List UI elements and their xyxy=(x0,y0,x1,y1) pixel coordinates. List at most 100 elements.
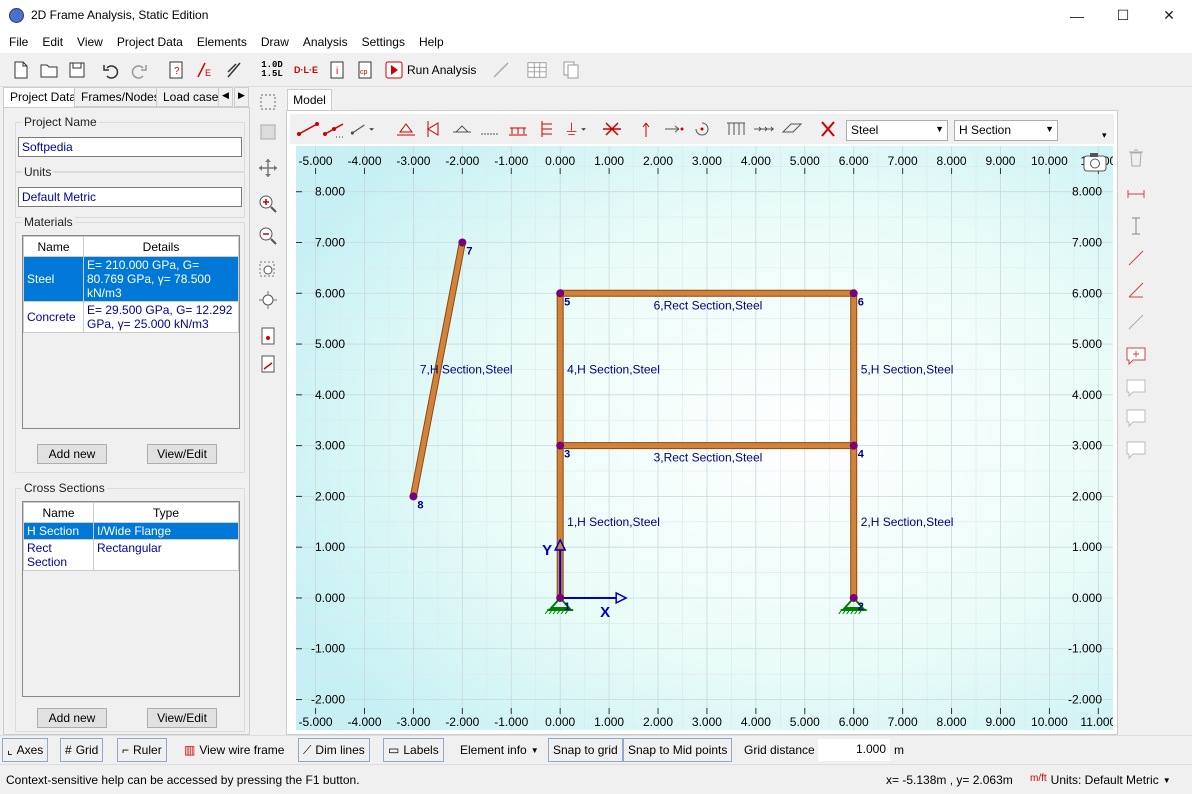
inclined-load-icon[interactable] xyxy=(780,118,804,140)
cross-sections-table[interactable]: Name Type H Section I/Wide Flange Rect Sec… xyxy=(22,501,240,697)
fixed-support-icon[interactable] xyxy=(422,118,446,140)
wire-frame-toggle[interactable]: ▥ View wire frame xyxy=(180,738,288,762)
roller-support-icon[interactable] xyxy=(450,118,474,140)
dim-aligned-icon[interactable] xyxy=(1124,246,1148,270)
label-comment-icon[interactable] xyxy=(1124,406,1148,430)
load-combination-button[interactable]: 1.0D 1.5L xyxy=(254,59,290,81)
x-tick-label: 2.000 xyxy=(643,715,673,729)
run-analysis-button[interactable]: Run Analysis xyxy=(385,59,476,81)
axes-toggle[interactable]: ⌞ Axes xyxy=(2,738,49,762)
materials-table[interactable]: Name Details Steel E= 210.000 GPa, G= 80.7… xyxy=(22,235,240,429)
sections-view-edit-button[interactable]: View/Edit xyxy=(147,708,217,728)
add-comment-icon[interactable] xyxy=(1124,344,1148,368)
toolbar-overflow-icon[interactable]: ▾ xyxy=(1102,130,1107,141)
menu-elements[interactable]: Elements xyxy=(190,31,254,53)
camera-icon[interactable] xyxy=(1083,153,1107,172)
pan-icon[interactable] xyxy=(257,157,279,179)
tab-scroll-left-icon[interactable]: ◀ xyxy=(218,87,233,107)
dim-vertical-icon[interactable] xyxy=(1124,214,1148,238)
menu-project-data[interactable]: Project Data xyxy=(110,31,190,53)
materials-add-new-button[interactable]: Add new xyxy=(37,444,107,464)
edit-icon[interactable] xyxy=(257,121,279,143)
copy-paste-icon[interactable]: cp xyxy=(354,59,376,81)
moment-load-icon[interactable] xyxy=(690,118,714,140)
add-frame-icon[interactable] xyxy=(257,353,279,375)
info-icon[interactable]: i xyxy=(326,59,348,81)
add-node-icon[interactable] xyxy=(257,325,279,347)
save-icon[interactable] xyxy=(66,59,88,81)
zoom-in-icon[interactable] xyxy=(257,193,279,215)
delete-load-icon[interactable] xyxy=(816,118,840,140)
grid-toggle[interactable]: # Grid xyxy=(60,738,104,762)
ground-icon[interactable] xyxy=(478,118,502,140)
menu-analysis[interactable]: Analysis xyxy=(296,31,355,53)
sections-add-new-button[interactable]: Add new xyxy=(37,708,107,728)
table-row[interactable]: Rect Section Rectangular xyxy=(23,539,239,571)
tab-frames-nodes[interactable]: Frames/Nodes xyxy=(74,87,167,107)
wall-support-icon[interactable] xyxy=(534,118,558,140)
spring-support-icon[interactable] xyxy=(506,118,530,140)
element-info-dropdown[interactable]: Element info ▼ xyxy=(456,738,543,762)
delete-support-icon[interactable] xyxy=(600,118,624,140)
ruler-toggle[interactable]: ⌐ Ruler xyxy=(117,738,167,762)
menu-help[interactable]: Help xyxy=(412,31,451,53)
table-row[interactable]: Concrete E= 29.500 GPa, G= 12.292 GPa, γ=… xyxy=(23,301,239,333)
menu-edit[interactable]: Edit xyxy=(35,31,70,53)
materials-view-edit-button[interactable]: View/Edit xyxy=(147,444,217,464)
load-edit-icon[interactable]: E xyxy=(194,59,216,81)
help-doc-icon[interactable]: ? xyxy=(165,59,187,81)
open-folder-icon[interactable] xyxy=(38,59,60,81)
release-icon[interactable] xyxy=(562,118,586,140)
dim-angle-icon[interactable] xyxy=(1124,278,1148,302)
tab-scroll-right-icon[interactable]: ▶ xyxy=(234,87,249,107)
dim-diagonal-icon[interactable] xyxy=(1124,310,1148,334)
menu-file[interactable]: File xyxy=(0,31,35,53)
new-file-icon[interactable] xyxy=(10,59,32,81)
snap-to-grid-toggle[interactable]: Snap to grid xyxy=(548,738,623,762)
zoom-window-icon[interactable] xyxy=(257,259,279,281)
units-selector[interactable]: m/ft Units: Default Metric ▼ xyxy=(1030,773,1171,787)
point-load-icon[interactable] xyxy=(634,118,658,140)
table-row[interactable]: Steel E= 210.000 GPa, G= 80.769 GPa, γ= 7… xyxy=(23,256,239,302)
undo-icon[interactable] xyxy=(100,59,122,81)
tab-model[interactable]: Model xyxy=(287,89,332,110)
grid-distance-input[interactable]: 1.000 xyxy=(818,739,890,761)
section-icon[interactable] xyxy=(223,59,245,81)
material-select[interactable]: Steel ▼ xyxy=(846,120,948,141)
draw-frame-options-icon[interactable] xyxy=(350,118,374,140)
pin-support-icon[interactable] xyxy=(394,118,418,140)
units-field[interactable]: Default Metric xyxy=(18,187,242,207)
tab-project-data[interactable]: Project Data xyxy=(3,87,84,108)
project-name-field[interactable]: Softpedia xyxy=(18,137,242,157)
zoom-out-icon[interactable] xyxy=(257,225,279,247)
select-icon[interactable] xyxy=(257,91,279,113)
model-canvas[interactable]: -5.000 -5.000 -4.000 -4.000 -3.000 -3.000 -2.0… xyxy=(296,146,1113,730)
close-button[interactable]: ✕ xyxy=(1146,0,1192,31)
section-select[interactable]: H Section ▼ xyxy=(954,120,1058,141)
maximize-button[interactable]: ☐ xyxy=(1100,0,1146,31)
y-tick-label: 7.000 xyxy=(1072,235,1102,249)
annotation-comment-icon[interactable] xyxy=(1124,438,1148,462)
dle-button[interactable]: D·L·E xyxy=(292,59,320,81)
table-icon[interactable] xyxy=(524,59,550,81)
axial-load-icon[interactable] xyxy=(752,118,776,140)
dim-horizontal-icon[interactable] xyxy=(1124,182,1148,206)
labels-toggle[interactable]: ▭ Labels xyxy=(383,738,444,762)
horizontal-load-icon[interactable] xyxy=(662,118,686,140)
menu-draw[interactable]: Draw xyxy=(254,31,296,53)
draw-frame-icon[interactable] xyxy=(296,118,320,140)
menu-settings[interactable]: Settings xyxy=(355,31,412,53)
redo-icon[interactable] xyxy=(128,59,150,81)
menu-view[interactable]: View xyxy=(70,31,110,53)
snap-to-mid-toggle[interactable]: Snap to Mid points xyxy=(623,738,733,762)
dim-lines-toggle[interactable]: ⟋ Dim lines xyxy=(298,738,370,762)
results-icon[interactable] xyxy=(490,59,512,81)
trash-icon[interactable] xyxy=(1124,146,1148,170)
minimize-button[interactable]: — xyxy=(1054,0,1100,31)
report-icon[interactable] xyxy=(560,59,582,81)
distributed-load-icon[interactable] xyxy=(724,118,748,140)
table-row[interactable]: H Section I/Wide Flange xyxy=(23,522,239,540)
zoom-extents-icon[interactable] xyxy=(257,289,279,311)
draw-multi-frame-icon[interactable] xyxy=(322,118,346,140)
text-comment-icon[interactable] xyxy=(1124,376,1148,400)
